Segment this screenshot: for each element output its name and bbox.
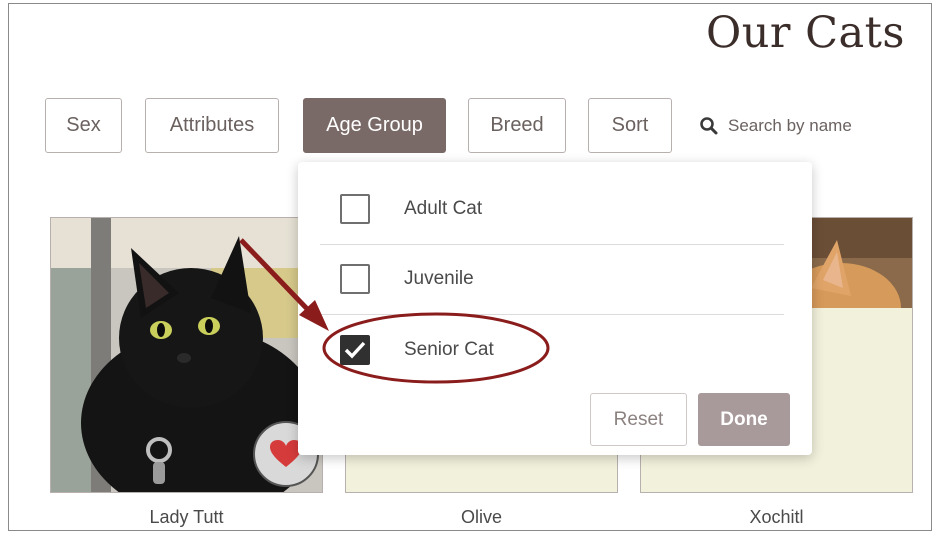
annotation-overlay [239, 238, 550, 384]
annotation-ellipse [322, 312, 550, 384]
annotation-arrow [239, 238, 314, 316]
page-frame: Our Cats Sex Attributes Age Group Breed … [8, 3, 932, 531]
